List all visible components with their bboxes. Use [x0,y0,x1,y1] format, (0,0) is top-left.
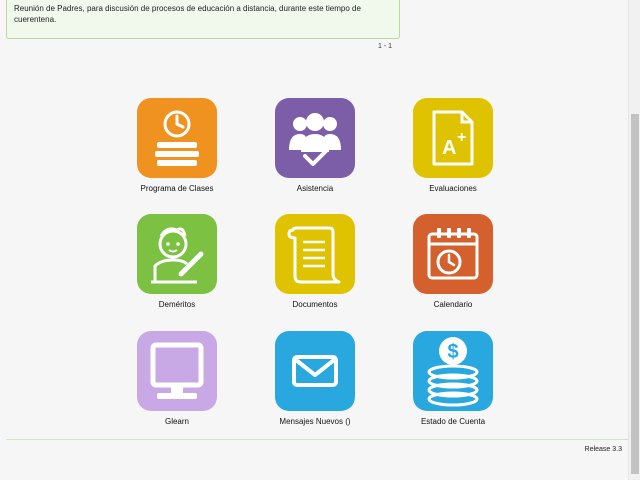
svg-text:A: A [442,137,456,159]
tile-estado-de-cuenta[interactable]: $ Estado de Cuenta [393,331,513,426]
scroll-doc-icon[interactable] [275,214,355,294]
tile-label[interactable]: Glearn [117,417,237,426]
tile-demeritos[interactable]: Deméritos [117,214,237,309]
group-check-icon[interactable] [275,98,355,178]
tile-calendario[interactable]: Calendario [393,214,513,309]
student-writing-icon[interactable] [137,214,217,294]
tile-label[interactable]: Mensajes Nuevos () [255,417,375,426]
tile-label[interactable]: Evaluaciones [393,184,513,193]
announcement-text: Reunión de Padres, para discusión de pro… [14,4,361,24]
tile-documentos[interactable]: Documentos [255,214,375,309]
envelope-icon[interactable] [275,331,355,411]
tile-label[interactable]: Deméritos [117,300,237,309]
coins-dollar-icon[interactable]: $ [413,331,493,411]
tile-evaluaciones[interactable]: A + Evaluaciones [393,98,513,193]
tile-mensajes-nuevos[interactable]: Mensajes Nuevos () [255,331,375,426]
tile-label[interactable]: Asistencia [255,184,375,193]
tile-label[interactable]: Estado de Cuenta [393,417,513,426]
footer-divider [6,439,628,440]
tile-label[interactable]: Programa de Clases [117,184,237,193]
grade-doc-icon[interactable]: A + [413,98,493,178]
tile-glearn[interactable]: Glearn [117,331,237,426]
svg-text:+: + [457,129,466,146]
announcement-box: Reunión de Padres, para discusión de pro… [6,0,400,39]
tile-label[interactable]: Calendario [393,300,513,309]
tile-label[interactable]: Documentos [255,300,375,309]
monitor-icon[interactable] [137,331,217,411]
release-version: Release 3.3 [584,446,622,453]
tile-programa-de-clases[interactable]: Programa de Clases [117,98,237,193]
svg-text:$: $ [447,341,458,363]
vertical-scrollbar[interactable] [628,0,640,480]
tile-asistencia[interactable]: Asistencia [255,98,375,193]
calendar-clock-icon[interactable] [413,214,493,294]
clock-books-icon[interactable] [137,98,217,178]
pagination-info: 1 - 1 [378,43,393,50]
scrollbar-thumb[interactable] [631,114,639,474]
